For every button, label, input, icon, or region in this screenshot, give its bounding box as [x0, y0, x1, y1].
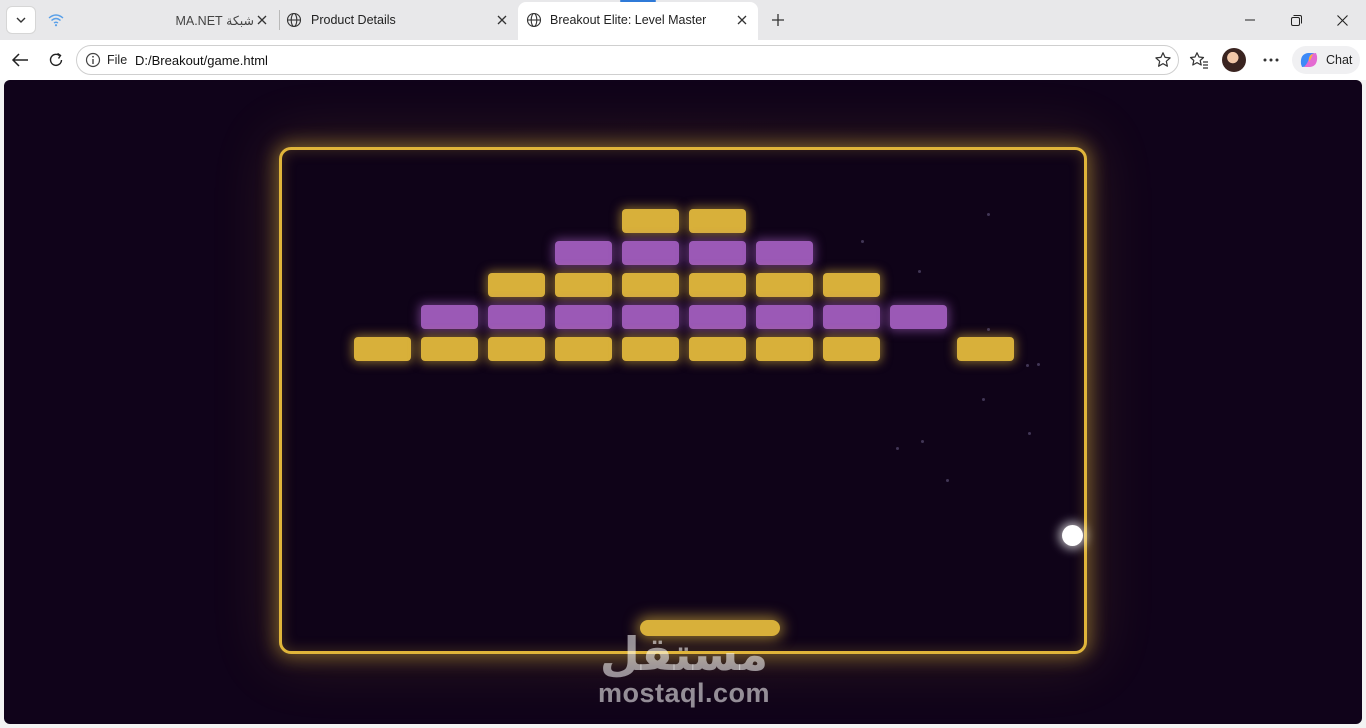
watermark-arabic: مستقل	[599, 627, 769, 681]
profile-avatar[interactable]	[1222, 48, 1246, 72]
brick-gold	[823, 273, 880, 297]
brick-gold	[756, 337, 813, 361]
star-particle	[1026, 364, 1029, 367]
url-scheme-label: File	[107, 53, 128, 67]
star-particle	[946, 479, 949, 482]
address-bar[interactable]: File D:/Breakout/game.html	[76, 45, 1179, 75]
favorites-button[interactable]	[1185, 46, 1213, 74]
chat-label: Chat	[1326, 53, 1353, 67]
star-particle	[987, 328, 990, 331]
brick-purple	[555, 241, 612, 265]
brick-purple	[689, 305, 746, 329]
globe-icon	[286, 12, 302, 28]
tab-product-details[interactable]: Product Details	[280, 4, 516, 36]
brick-purple	[756, 241, 813, 265]
brick-gold	[488, 337, 545, 361]
info-icon[interactable]	[85, 52, 101, 68]
arrow-left-icon	[11, 53, 28, 67]
tab-bar: شبكة MA.NET Product Details Breakout Eli…	[0, 0, 1366, 40]
brick-gold	[555, 337, 612, 361]
active-tab-indicator	[620, 0, 656, 2]
brick-gold	[421, 337, 478, 361]
star-particle	[982, 398, 985, 401]
star-particle	[921, 440, 924, 443]
brick-gold	[756, 273, 813, 297]
favorites-icon	[1189, 52, 1208, 69]
watermark-latin: mostaql.com	[597, 678, 771, 708]
tab-mastaql-net[interactable]: شبكة MA.NET	[72, 4, 276, 36]
plus-icon	[772, 14, 784, 26]
back-button[interactable]	[6, 46, 34, 74]
ball	[1062, 525, 1083, 546]
star-particle	[861, 240, 864, 243]
globe-icon	[526, 12, 542, 28]
brick-purple	[622, 241, 679, 265]
refresh-icon	[49, 52, 63, 66]
brick-purple	[756, 305, 813, 329]
wifi-icon	[44, 8, 68, 32]
more-options-button[interactable]	[1257, 46, 1285, 74]
favorite-star-icon[interactable]	[1154, 51, 1172, 69]
brick-gold	[957, 337, 1014, 361]
refresh-button[interactable]	[42, 46, 70, 74]
copilot-chat-button[interactable]: Chat	[1292, 46, 1360, 74]
star-particle	[918, 270, 921, 273]
tab-title: Breakout Elite: Level Master	[550, 13, 707, 27]
more-horizontal-icon	[1263, 58, 1279, 62]
brick-purple	[823, 305, 880, 329]
close-icon	[737, 15, 747, 25]
tab-list-button[interactable]	[6, 6, 36, 34]
new-tab-button[interactable]	[766, 8, 790, 32]
brick-gold	[689, 209, 746, 233]
close-window-button[interactable]	[1320, 6, 1364, 34]
brick-purple	[421, 305, 478, 329]
tab-title: شبكة MA.NET	[175, 13, 254, 28]
mostaql-watermark: مستقل mostaql.com	[594, 630, 774, 720]
brick-gold	[555, 273, 612, 297]
brick-gold	[689, 273, 746, 297]
star-particle	[987, 213, 990, 216]
minimize-icon	[1245, 19, 1255, 21]
game-arena[interactable]	[279, 147, 1087, 654]
copilot-icon	[1300, 53, 1318, 67]
brick-gold	[622, 209, 679, 233]
url-text[interactable]: D:/Breakout/game.html	[135, 53, 268, 68]
restore-icon	[1290, 14, 1302, 26]
tab-close-button[interactable]	[254, 12, 270, 28]
brick-gold	[488, 273, 545, 297]
star-particle	[1037, 363, 1040, 366]
brick-gold	[823, 337, 880, 361]
tab-breakout-elite[interactable]: Breakout Elite: Level Master	[518, 0, 758, 40]
tab-title: Product Details	[311, 13, 396, 27]
close-icon	[1336, 14, 1348, 26]
tab-close-button[interactable]	[734, 12, 750, 28]
chevron-down-icon	[16, 17, 26, 23]
brick-gold	[622, 273, 679, 297]
star-particle	[896, 447, 899, 450]
close-icon	[257, 15, 267, 25]
brick-gold	[354, 337, 411, 361]
star-particle	[1028, 432, 1031, 435]
brick-purple	[890, 305, 947, 329]
restore-button[interactable]	[1274, 6, 1318, 34]
brick-purple	[555, 305, 612, 329]
brick-gold	[622, 337, 679, 361]
address-toolbar: File D:/Breakout/game.html Chat	[0, 40, 1366, 80]
brick-purple	[689, 241, 746, 265]
minimize-button[interactable]	[1228, 6, 1272, 34]
brick-gold	[689, 337, 746, 361]
tab-close-button[interactable]	[494, 12, 510, 28]
close-icon	[497, 15, 507, 25]
page-viewport: مستقل mostaql.com	[4, 80, 1362, 724]
brick-purple	[622, 305, 679, 329]
brick-purple	[488, 305, 545, 329]
